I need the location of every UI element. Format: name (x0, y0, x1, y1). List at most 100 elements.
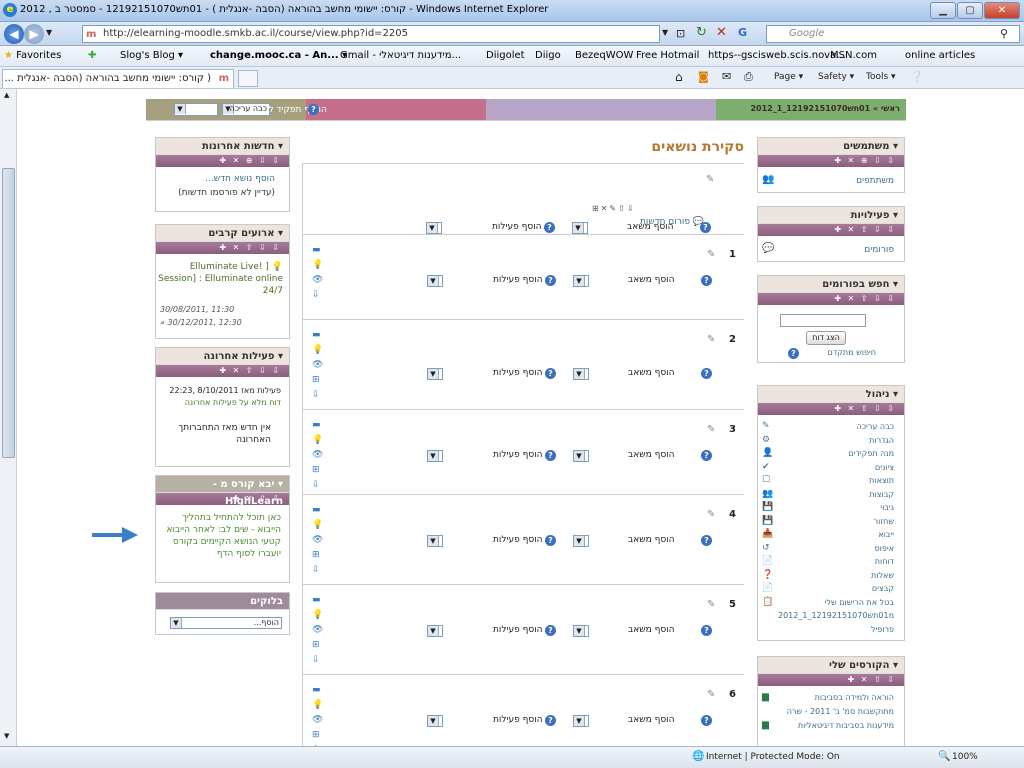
back-button[interactable]: ◀ (4, 24, 24, 44)
fav-gscisweb[interactable]: https--gscisweb.scis.nova... (708, 50, 846, 61)
fav-online-articles[interactable]: online articles (905, 50, 975, 61)
add-resource-select[interactable]: ▼ (573, 715, 589, 727)
admin-item[interactable]: כבה עריכה (857, 422, 894, 431)
add-block-select[interactable]: ▼ הוסף... (170, 617, 282, 629)
event-link[interactable]: 💡 Elluminate Live! ] Session] : Ellumina… (158, 261, 283, 297)
fav-bezeqwow[interactable]: BezeqWOW (575, 50, 633, 61)
admin-item[interactable]: שחזור (874, 517, 894, 526)
help-icon[interactable]: ? (701, 275, 712, 286)
add-activity-select[interactable]: ▼ (427, 450, 443, 462)
safety-menu[interactable]: Safety ▾ (818, 72, 854, 82)
admin-item[interactable]: מ01תש12192151070_1_2012 (778, 611, 894, 620)
help-icon[interactable]: ? (544, 222, 555, 233)
minimize-button[interactable]: ▁ (930, 2, 956, 19)
feeds-icon[interactable]: ◙ (698, 70, 709, 83)
help-icon[interactable]: ? (545, 715, 556, 726)
edit-icon[interactable]: ✎ (707, 599, 715, 610)
role-switch-select[interactable]: ▼ (174, 103, 218, 116)
block-controls-icons[interactable]: ✚ ✕ ⇧ ⇩ ⇩ (758, 224, 904, 236)
block-controls-icons[interactable]: ✚ ✕ ⇧ ⇩ ⇩ (758, 403, 904, 415)
help-icon[interactable]: ? (545, 535, 556, 546)
help-icon[interactable]: ? (545, 625, 556, 636)
block-controls-icons[interactable]: ✚ ✕ ⇧ ⇩ (758, 674, 904, 686)
admin-item[interactable]: קבוצות (869, 490, 894, 499)
help-icon[interactable]: ? (701, 450, 712, 461)
add-resource-select[interactable]: ▼ (573, 535, 589, 547)
forward-button[interactable]: ▶ (24, 24, 44, 44)
tools-menu[interactable]: Tools ▾ (866, 72, 896, 82)
highlearn-import-link[interactable]: כאן תוכל להתחיל בתהליך הייבוא - שים לב: … (163, 512, 281, 560)
close-button[interactable]: ✕ (984, 2, 1020, 19)
admin-item[interactable]: הגדרות (869, 436, 894, 445)
add-activity-select[interactable]: ▼ (427, 368, 443, 380)
scroll-down-icon[interactable]: ▼ (4, 732, 9, 740)
help-icon[interactable]: ? (701, 625, 712, 636)
print-icon[interactable]: ⎙ (744, 70, 753, 84)
help-icon[interactable]: ? (788, 348, 799, 359)
add-activity-select[interactable]: ▼ (427, 275, 443, 287)
tab-current[interactable]: ( קורס: יישומי מחשב בהוראה (הסבה -אנגלית… (2, 69, 234, 88)
course-item[interactable]: הוראה ולמידה בסביבות (815, 693, 894, 702)
add-resource-select[interactable]: ▼ (573, 368, 589, 380)
block-controls-icons[interactable]: ✚ ✕ ⇧ ⇩ ⇩ (156, 242, 289, 254)
admin-item[interactable]: מנה תפקידים (848, 449, 894, 458)
search-input[interactable]: Google (766, 25, 1020, 43)
fav-slogs-blog[interactable]: Slog's Blog ▾ (120, 50, 183, 61)
participants-link[interactable]: משתתפים (856, 176, 894, 186)
forum-edit-icons[interactable]: ⊞✕✎⇧⇩ (592, 204, 636, 213)
add-resource-select[interactable]: ▼ (573, 450, 589, 462)
block-controls-icons[interactable]: ✚ ✕ ⊕ ⇩ ⇩ (156, 155, 289, 167)
mail-icon[interactable]: ✉ (722, 70, 731, 83)
help-icon[interactable]: ❔ (910, 70, 924, 83)
admin-item[interactable]: ציונים (875, 463, 894, 472)
admin-item[interactable]: איפוס (874, 544, 894, 553)
zoom-icon[interactable]: 🔍 (938, 751, 950, 762)
add-favorites-icon[interactable]: ✚ (88, 50, 96, 61)
home-icon[interactable]: ⌂ (675, 70, 683, 84)
add-news-link[interactable]: הוסף נושא חדש... (205, 174, 275, 184)
history-dropdown-icon[interactable]: ▼ (46, 28, 52, 37)
maximize-button[interactable]: ▢ (957, 2, 983, 19)
add-activity-select[interactable]: ▼ (426, 222, 442, 234)
zoom-level[interactable]: 100% (952, 752, 978, 762)
scroll-up-icon[interactable]: ▲ (4, 91, 9, 99)
page-menu[interactable]: Page ▾ (774, 72, 803, 82)
block-controls-icons[interactable]: ✚ ✕ ⇧ ⇩ ⇩ (156, 365, 289, 377)
page-scrollbar[interactable]: ▲ ▼ (0, 89, 17, 746)
add-activity-select[interactable]: ▼ (427, 535, 443, 547)
section-tools[interactable]: ▬ 💡 👁 ⇩ (312, 243, 323, 303)
help-icon[interactable]: ? (701, 535, 712, 546)
add-activity-select[interactable]: ▼ (427, 625, 443, 637)
refresh-icon[interactable]: ↻ (696, 25, 707, 40)
search-icon[interactable]: ⚲ (1000, 27, 1008, 40)
section-tools[interactable]: ▬💡👁⊞⇩ (312, 593, 323, 668)
admin-item[interactable]: דוחות (875, 557, 894, 566)
help-icon[interactable]: ? (545, 368, 556, 379)
help-icon[interactable]: ? (545, 275, 556, 286)
section-tools[interactable]: ▬💡👁⊞⇩ (312, 418, 323, 493)
help-icon[interactable]: ? (700, 222, 711, 233)
add-resource-select[interactable]: ▼ (573, 625, 589, 637)
scroll-thumb[interactable] (2, 168, 15, 458)
admin-item[interactable]: תוצאות (869, 476, 894, 485)
section-tools[interactable]: ▬💡👁⊞⇩ (312, 503, 323, 578)
help-icon[interactable]: ? (308, 104, 319, 115)
block-controls-icons[interactable]: ✚ ✕ ⇧ ⇩ (156, 493, 289, 505)
fav-gmail[interactable]: Gmail - מידענות דיגיטאלי... (340, 50, 461, 61)
edit-icon[interactable]: ✎ (706, 174, 714, 185)
block-controls-icons[interactable]: ✚ ✕ ⇧ ⇩ ⇩ (758, 293, 904, 305)
edit-icon[interactable]: ✎ (707, 249, 715, 260)
add-activity-select[interactable]: ▼ (427, 715, 443, 727)
fav-msn[interactable]: MSN.com (830, 50, 877, 61)
address-bar[interactable]: m http://elearning-moodle.smkb.ac.il/cou… (82, 25, 660, 43)
section-tools[interactable]: ▬💡👁⊞⇩ (312, 683, 323, 746)
edit-icon[interactable]: ✎ (707, 424, 715, 435)
help-icon[interactable]: ? (701, 715, 712, 726)
admin-item[interactable]: פרופיל (871, 625, 894, 634)
advanced-search-link[interactable]: חיפוש מתקדם (828, 348, 876, 357)
edit-icon[interactable]: ✎ (707, 689, 715, 700)
admin-item[interactable]: שאלות (871, 571, 894, 580)
breadcrumb[interactable]: ראשי » 01תש12192151070_1_2012 (740, 104, 900, 113)
edit-icon[interactable]: ✎ (707, 509, 715, 520)
help-icon[interactable]: ? (545, 450, 556, 461)
